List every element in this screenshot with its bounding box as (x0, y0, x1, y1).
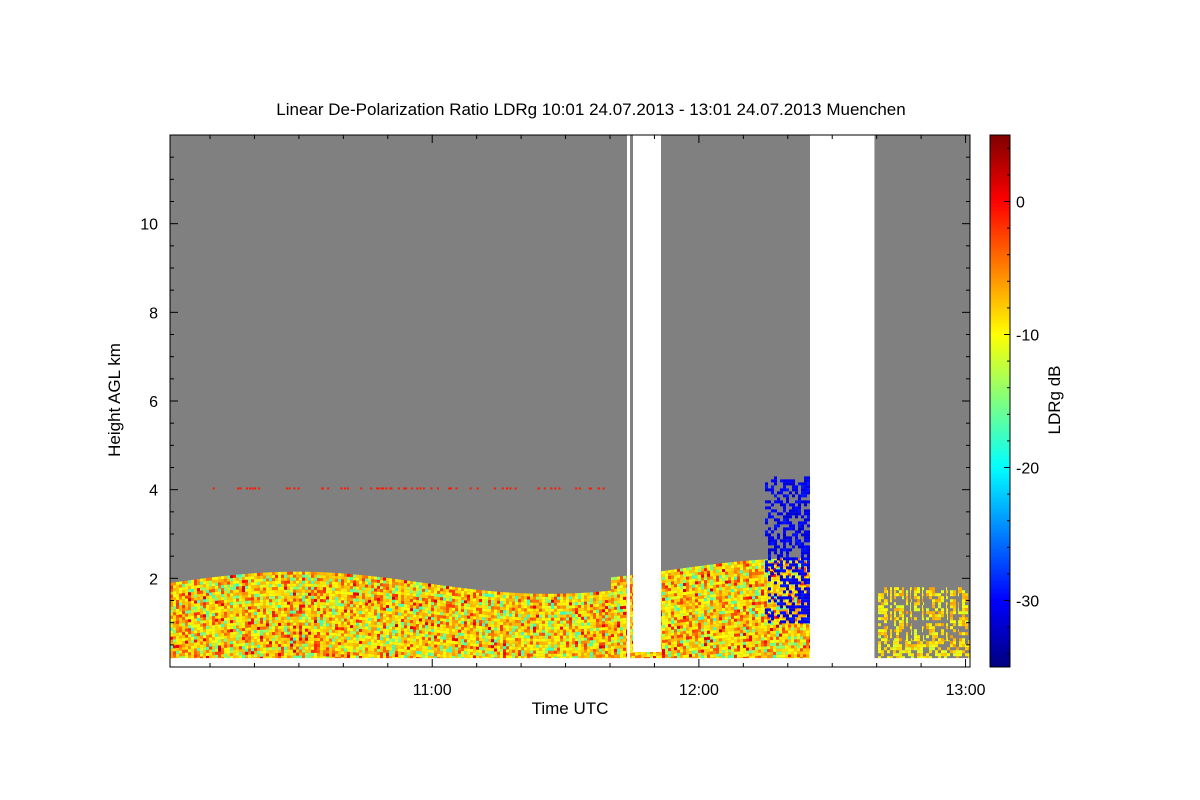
ground-gap (170, 658, 970, 667)
y-tick-label: 2 (149, 571, 158, 588)
ldr-chart: Linear De-Polarization Ratio LDRg 10:01 … (105, 100, 1064, 718)
colorbar-tick-label: -30 (1016, 594, 1039, 611)
y-tick-label: 8 (149, 305, 158, 322)
y-tick-label: 10 (140, 217, 158, 234)
colorbar-tick-label: -20 (1016, 461, 1039, 478)
nodata-column (627, 135, 630, 667)
nodata-column (633, 135, 661, 652)
x-tick-label: 11:00 (413, 682, 452, 699)
colorbar-label: LDRg dB (1045, 366, 1064, 435)
colorbar-gradient (989, 134, 1011, 668)
plot-area (170, 135, 970, 667)
chart-title: Linear De-Polarization Ratio LDRg 10:01 … (276, 100, 905, 119)
colorbar-tick-label: 0 (1016, 195, 1025, 212)
x-axis-label: Time UTC (532, 699, 609, 718)
colorbar: 0 -10 -20 -30 (989, 134, 1039, 668)
colorbar-tick-label: -10 (1016, 328, 1039, 345)
nodata-region (810, 135, 875, 667)
x-tick-label: 13:00 (946, 682, 986, 699)
y-axis-label: Height AGL km (105, 343, 124, 457)
x-tick-label: 12:00 (679, 682, 719, 699)
y-tick-label: 6 (149, 394, 158, 411)
y-tick-label: 4 (149, 483, 158, 500)
